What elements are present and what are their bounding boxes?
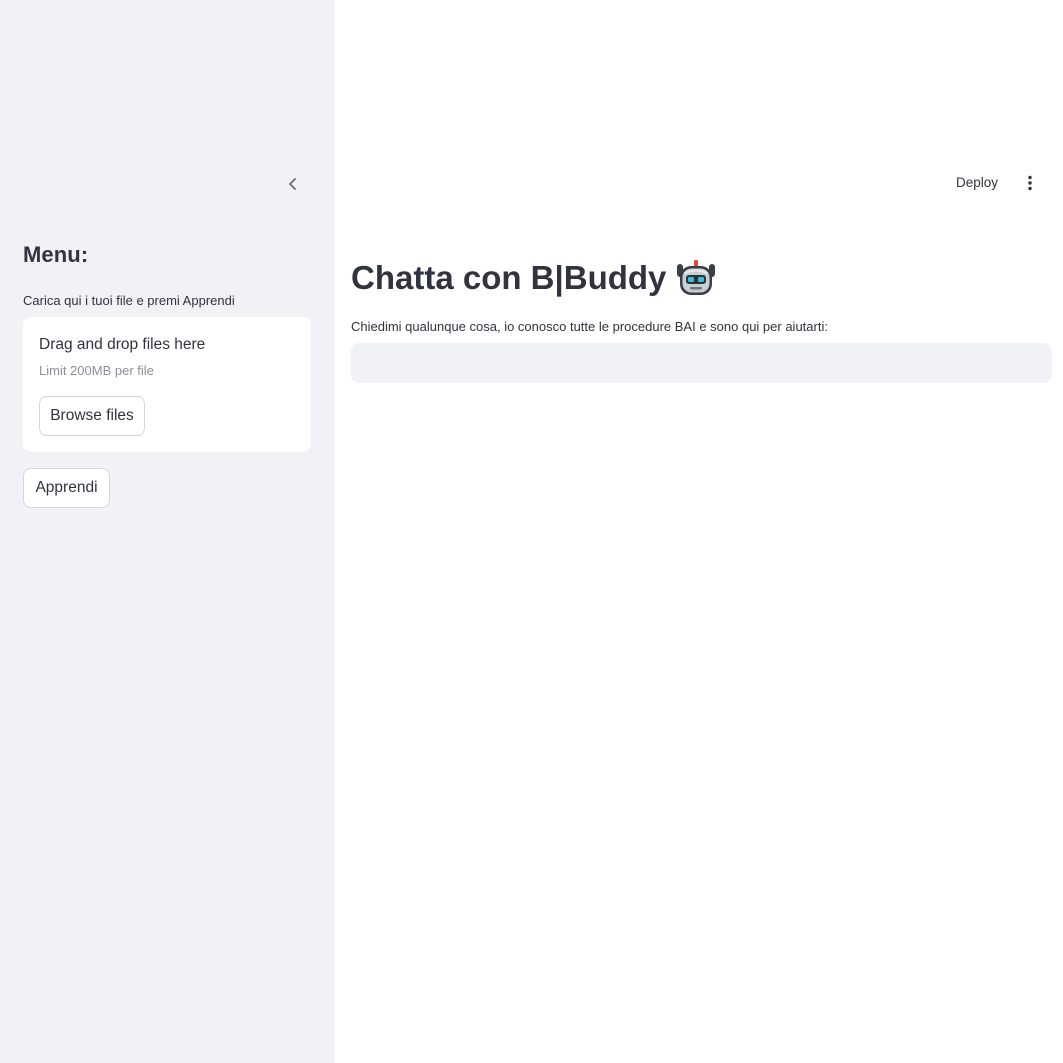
app-root: Menu: Carica qui i tuoi file e premi App… xyxy=(0,0,1063,1063)
chevron-left-icon xyxy=(289,178,296,190)
chat-input[interactable] xyxy=(351,343,1052,383)
apprendi-button[interactable]: Apprendi xyxy=(23,468,110,508)
chat-instruction: Chiedimi qualunque cosa, io conosco tutt… xyxy=(351,319,828,334)
main-content: Deploy Chatta con B|Buddy Chiedimi qualu… xyxy=(335,0,1063,1063)
page-title-text: Chatta con B|Buddy xyxy=(351,259,667,296)
file-dropzone[interactable]: Drag and drop files here Limit 200MB per… xyxy=(23,317,311,452)
sidebar-title: Menu: xyxy=(23,242,89,267)
page-title: Chatta con B|Buddy xyxy=(351,258,716,298)
collapse-sidebar-button[interactable] xyxy=(281,172,305,196)
sidebar: Menu: Carica qui i tuoi file e premi App… xyxy=(0,0,335,1063)
dropzone-limit: Limit 200MB per file xyxy=(39,363,154,378)
robot-face-icon xyxy=(676,258,716,298)
sidebar-caption: Carica qui i tuoi file e premi Apprendi xyxy=(23,293,235,308)
deploy-button[interactable]: Deploy xyxy=(952,173,1002,192)
browse-files-button[interactable]: Browse files xyxy=(39,396,145,436)
more-vertical-icon xyxy=(1028,175,1032,191)
dropzone-title: Drag and drop files here xyxy=(39,336,206,353)
main-menu-button[interactable] xyxy=(1018,172,1042,194)
